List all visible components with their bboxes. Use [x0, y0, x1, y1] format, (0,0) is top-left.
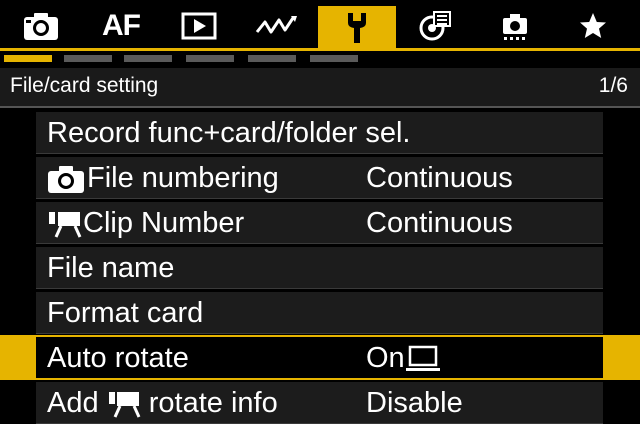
- menu-item-label-suffix: rotate info: [140, 387, 278, 419]
- wrench-icon: [342, 11, 372, 45]
- menu-item-label: File numbering: [87, 162, 279, 194]
- tab-playback[interactable]: [160, 6, 238, 46]
- tab-custom-functions[interactable]: [396, 6, 474, 46]
- play-icon: [181, 12, 217, 40]
- star-icon: [578, 11, 608, 41]
- camera-icon: [23, 11, 59, 41]
- movie-camera-icon: [47, 209, 83, 239]
- menu-item-label-wrap: Add rotate info: [47, 387, 278, 420]
- page-indicators: [0, 55, 640, 65]
- menu-item-value: Disable: [366, 387, 463, 419]
- menu-item-label: Clip Number: [83, 207, 245, 239]
- menu-item-file-numbering[interactable]: File numbering Continuous: [36, 157, 603, 199]
- menu-item-auto-rotate[interactable]: Auto rotate On: [36, 335, 603, 380]
- menu-item-label: Format card: [47, 297, 204, 329]
- tab-my-menu[interactable]: [554, 6, 632, 46]
- page-indicator-3: [124, 55, 172, 62]
- wireless-icon: [255, 14, 299, 38]
- page-indicator-6: [310, 55, 358, 62]
- af-label: AF: [102, 9, 141, 42]
- menu-item-label-wrap: Clip Number: [47, 207, 244, 240]
- section-header: File/card setting 1/6: [0, 68, 640, 108]
- custom-functions-icon: [418, 10, 452, 42]
- page-indicator-2: [64, 55, 112, 62]
- menu-item-value-wrap: On: [366, 342, 441, 375]
- computer-icon: [405, 344, 441, 374]
- menu-item-label: File name: [47, 252, 175, 284]
- page-indicator-4: [186, 55, 234, 62]
- menu-item-label: Record func+card/folder sel.: [47, 117, 411, 149]
- menu-item-clip-number[interactable]: Clip Number Continuous: [36, 202, 603, 244]
- menu-item-value: On: [366, 342, 405, 374]
- menu-item-file-name[interactable]: File name: [36, 247, 603, 289]
- menu-item-label-wrap: File numbering: [47, 162, 279, 195]
- tab-wireless[interactable]: [238, 6, 316, 46]
- tab-setup[interactable]: [318, 6, 396, 50]
- camera-icon: [47, 164, 87, 194]
- menu-item-value: Continuous: [366, 207, 513, 239]
- section-title: File/card setting: [10, 74, 159, 97]
- menu-item-label: Auto rotate: [47, 342, 189, 374]
- tab-custom-mode[interactable]: [476, 6, 554, 46]
- movie-camera-icon: [107, 389, 141, 419]
- tab-af[interactable]: AF: [82, 6, 160, 46]
- menu-item-value: Continuous: [366, 162, 513, 194]
- selection-indicator-right: [603, 335, 640, 380]
- selection-indicator-left: [0, 335, 36, 380]
- menu-item-record-func[interactable]: Record func+card/folder sel.: [36, 112, 603, 154]
- menu-item-label-prefix: Add: [47, 387, 107, 419]
- menu-item-format-card[interactable]: Format card: [36, 292, 603, 334]
- menu-tab-bar: AF: [0, 0, 640, 52]
- custom-mode-icon: [500, 10, 530, 42]
- menu-item-add-rotate-info[interactable]: Add rotate info Disable: [36, 382, 603, 424]
- tab-underline: [0, 48, 640, 51]
- page-indicator-1: [4, 55, 52, 62]
- page-indicator-5: [248, 55, 296, 62]
- tab-shooting[interactable]: [2, 6, 80, 46]
- section-page-number: 1/6: [598, 74, 628, 97]
